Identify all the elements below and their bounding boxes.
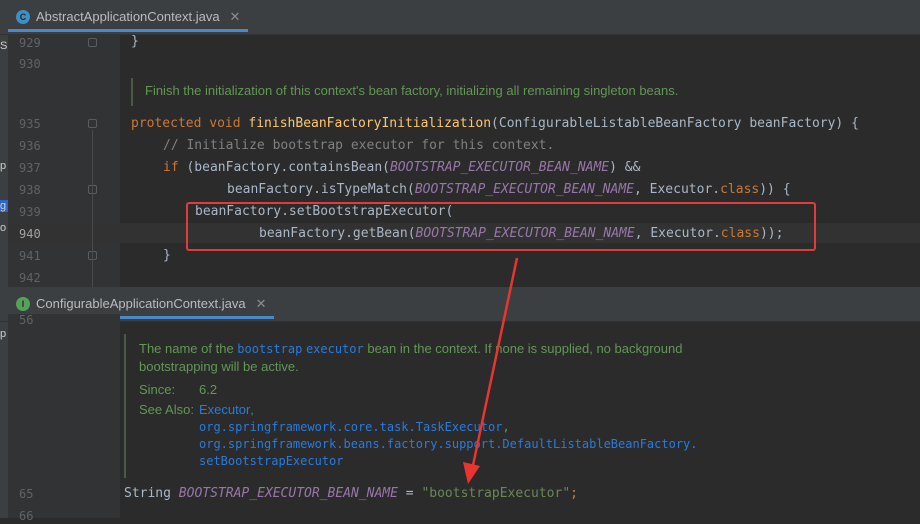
annotation-arrow	[463, 257, 519, 484]
arrow-head	[463, 462, 480, 484]
arrow-shaft	[470, 257, 519, 471]
